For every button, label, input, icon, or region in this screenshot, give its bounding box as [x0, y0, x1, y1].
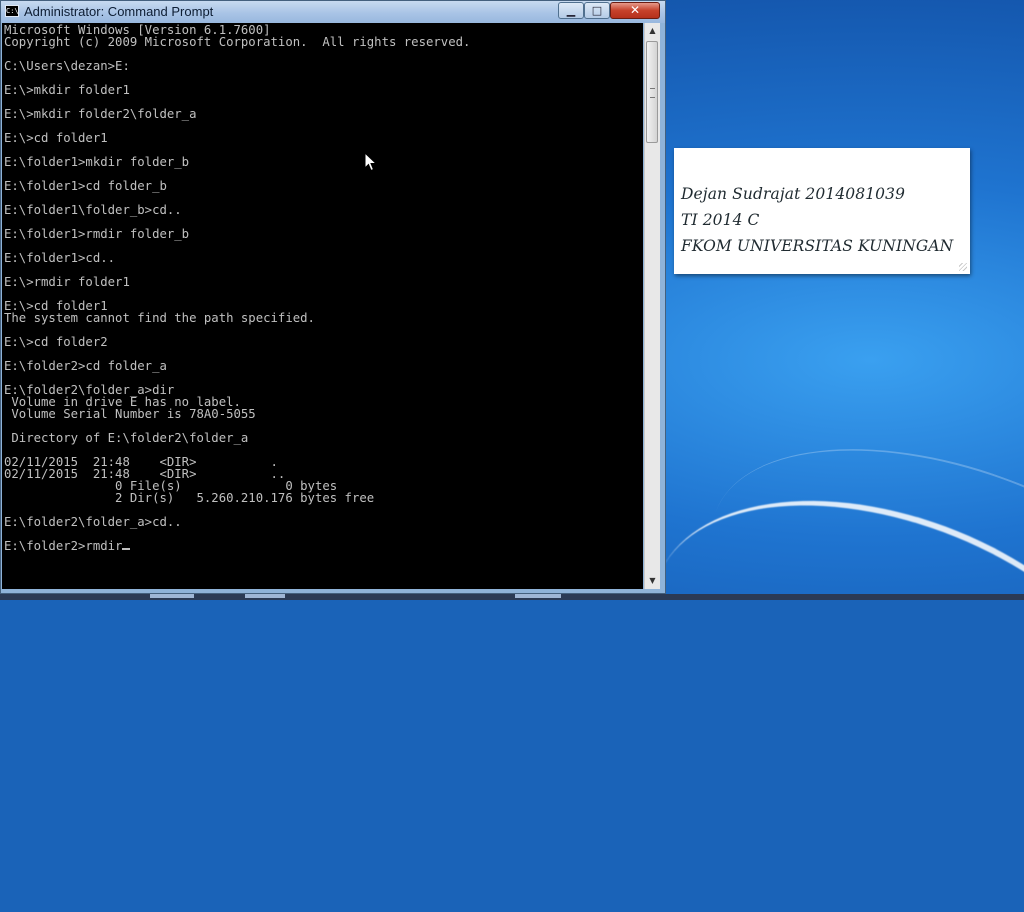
console-text: Microsoft Windows [Version 6.1.7600] Cop… — [2, 23, 643, 552]
console-line: Volume Serial Number is 78A0-5055 — [4, 407, 256, 421]
console-line: E:\folder1>cd folder_b — [4, 179, 167, 193]
window-title: Administrator: Command Prompt — [24, 4, 214, 19]
console-line: E:\folder2>rmdir — [4, 539, 123, 553]
close-button[interactable]: ✕ — [610, 2, 660, 19]
console-line: E:\folder1>rmdir folder_b — [4, 227, 190, 241]
cmd-icon[interactable]: C:\ — [5, 5, 19, 17]
minimize-button[interactable]: ▁ — [558, 2, 584, 19]
console-line: E:\>cd folder2 — [4, 335, 108, 349]
console-line: E:\folder2>cd folder_a — [4, 359, 167, 373]
scrollbar-grip-icon — [650, 88, 655, 98]
console-line: 2 Dir(s) 5.260.210.176 bytes free — [4, 491, 375, 505]
scroll-down-arrow-icon[interactable]: ▼ — [645, 573, 660, 589]
text-cursor — [122, 548, 131, 550]
console-line: E:\folder1>mkdir folder_b — [4, 155, 190, 169]
sticky-note[interactable]: Dejan Sudrajat 2014081039 TI 2014 C FKOM… — [674, 148, 970, 274]
vertical-scrollbar[interactable]: ▲ ▼ — [644, 23, 660, 589]
console-line: E:\>mkdir folder2\folder_a — [4, 107, 197, 121]
console-line: E:\>cd folder1 — [4, 131, 108, 145]
console-line: E:\folder1\folder_b>cd.. — [4, 203, 182, 217]
taskbar-item[interactable] — [150, 594, 194, 598]
console-line: Copyright (c) 2009 Microsoft Corporation… — [4, 35, 471, 49]
taskbar-item[interactable] — [245, 594, 285, 598]
console-line: Directory of E:\folder2\folder_a — [4, 431, 249, 445]
taskbar-item[interactable] — [515, 594, 561, 598]
scroll-up-arrow-icon[interactable]: ▲ — [645, 23, 660, 39]
console-line: E:\folder1>cd.. — [4, 251, 116, 265]
console-line: E:\>rmdir folder1 — [4, 275, 130, 289]
console-output[interactable]: Microsoft Windows [Version 6.1.7600] Cop… — [2, 23, 643, 589]
note-line-name: Dejan Sudrajat 2014081039 — [681, 185, 906, 203]
note-line-class: TI 2014 C — [681, 211, 760, 229]
mouse-pointer-icon — [364, 152, 378, 172]
console-line: C:\Users\dezan>E: — [4, 59, 130, 73]
console-line: E:\folder2\folder_a>cd.. — [4, 515, 182, 529]
command-prompt-window[interactable]: C:\ Administrator: Command Prompt ▁ □ ✕ … — [0, 0, 666, 594]
taskbar — [0, 594, 1024, 600]
console-line: The system cannot find the path specifie… — [4, 311, 315, 325]
maximize-button[interactable]: □ — [584, 2, 610, 19]
note-line-faculty: FKOM UNIVERSITAS KUNINGAN — [681, 237, 954, 255]
console-line: E:\>mkdir folder1 — [4, 83, 130, 97]
scrollbar-thumb[interactable] — [646, 41, 658, 143]
window-titlebar[interactable]: C:\ Administrator: Command Prompt ▁ □ ✕ — [1, 1, 665, 23]
resize-grip-icon[interactable] — [959, 263, 967, 271]
